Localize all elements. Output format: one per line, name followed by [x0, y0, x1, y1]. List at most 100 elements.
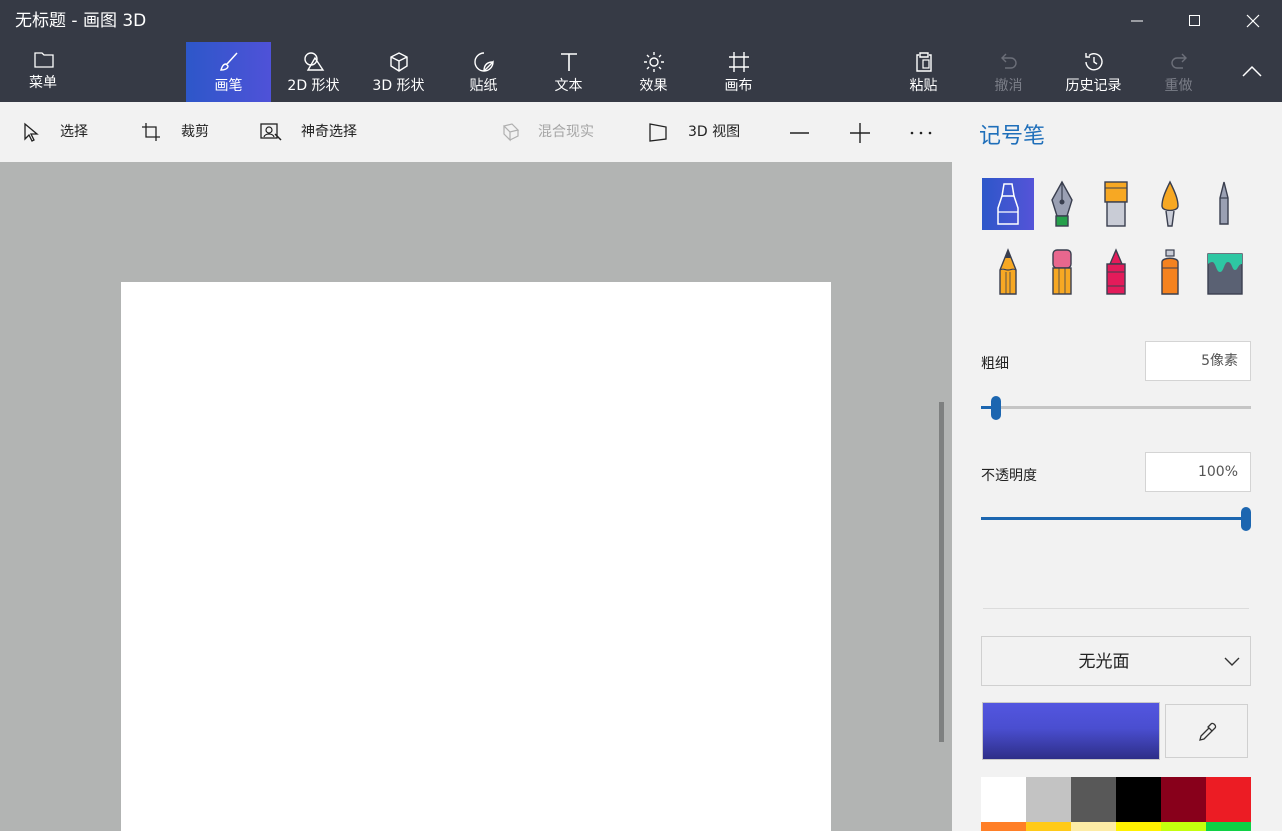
palette-color[interactable] — [1206, 822, 1251, 831]
eraser-icon — [1052, 249, 1072, 295]
tab-3d-shapes[interactable]: 3D 形状 — [356, 42, 441, 102]
title-bar: 无标题 - 画图 3D — [0, 0, 1282, 42]
slider-thumb[interactable] — [991, 396, 1001, 420]
spray-can-brush[interactable] — [1144, 246, 1196, 298]
zoom-in-icon — [850, 123, 870, 143]
history-icon — [1085, 53, 1103, 71]
palette-color[interactable] — [1161, 822, 1206, 831]
oil-brush[interactable] — [1090, 178, 1142, 230]
more-icon — [910, 131, 932, 135]
opacity-slider[interactable] — [981, 507, 1251, 531]
window-title: 无标题 - 画图 3D — [15, 11, 147, 31]
eyedropper-icon — [1199, 722, 1217, 741]
palette-color[interactable] — [1206, 777, 1251, 822]
watercolor-brush[interactable] — [1144, 178, 1196, 230]
panel-title: 记号笔 — [979, 124, 1046, 149]
zoom-in-button[interactable] — [849, 102, 879, 162]
select-label: 选择 — [60, 124, 88, 140]
pencil-brush[interactable] — [982, 246, 1034, 298]
3d-view-icon — [649, 123, 667, 142]
tab-label: 画布 — [724, 78, 753, 94]
palette-color[interactable] — [1116, 822, 1161, 831]
pixel-pen-brush[interactable] — [1198, 178, 1250, 230]
more-options-button[interactable] — [909, 102, 939, 162]
current-color-swatch[interactable] — [982, 702, 1160, 760]
oil-brush-icon — [1104, 181, 1128, 227]
crayon-brush[interactable] — [1090, 246, 1142, 298]
marker-brush[interactable] — [982, 178, 1034, 230]
slider-thumb[interactable] — [1241, 507, 1251, 531]
paste-button[interactable]: 粘贴 — [881, 42, 966, 102]
tab-label: 画笔 — [214, 78, 243, 94]
mixed-reality-label: 混合现实 — [538, 124, 594, 140]
history-button[interactable]: 历史记录 — [1051, 42, 1136, 102]
menu-label: 菜单 — [29, 75, 57, 91]
maximize-button[interactable] — [1166, 0, 1224, 42]
opacity-input[interactable]: 100% — [1145, 452, 1251, 492]
drawing-canvas[interactable] — [121, 282, 831, 831]
crayon-icon — [1106, 248, 1126, 295]
brush-panel: 记号笔 粗细 5像素 不透明度 100% 无光面 — [952, 102, 1282, 831]
tab-label: 贴纸 — [469, 78, 498, 94]
palette-color[interactable] — [1026, 822, 1071, 831]
eraser-brush[interactable] — [1036, 246, 1088, 298]
thickness-input[interactable]: 5像素 — [1145, 341, 1251, 381]
magic-select-tool[interactable]: 神奇选择 — [260, 102, 380, 162]
tab-text[interactable]: 文本 — [526, 42, 611, 102]
folder-icon — [34, 52, 54, 68]
fill-bucket-icon — [1207, 253, 1243, 295]
ribbon: 菜单 画笔 2D 形状 3D 形状 贴纸 文本 效果 画布 粘贴 撤消 历史记录… — [0, 42, 1282, 102]
marker-icon — [997, 183, 1019, 225]
sticker-icon — [474, 52, 494, 72]
palette-color[interactable] — [981, 777, 1026, 822]
eyedropper-button[interactable] — [1165, 704, 1248, 758]
3d-view-button[interactable]: 3D 视图 — [648, 102, 758, 162]
finish-dropdown[interactable]: 无光面 — [981, 636, 1251, 686]
tab-stickers[interactable]: 贴纸 — [441, 42, 526, 102]
palette-color[interactable] — [1161, 777, 1206, 822]
paste-icon — [916, 52, 932, 72]
brush-icon — [220, 52, 238, 71]
chevron-down-icon — [1224, 657, 1240, 666]
thickness-slider[interactable] — [981, 396, 1251, 420]
action-label: 历史记录 — [1065, 78, 1122, 94]
collapse-ribbon-button[interactable] — [1226, 42, 1276, 102]
menu-button[interactable]: 菜单 — [0, 42, 86, 102]
calligraphy-pen-brush[interactable] — [1036, 178, 1088, 230]
crop-tool[interactable]: 裁剪 — [141, 102, 231, 162]
mixed-reality-button[interactable]: 混合现实 — [498, 102, 608, 162]
finish-value: 无光面 — [1078, 652, 1130, 672]
3d-shapes-icon — [390, 52, 408, 72]
palette-color[interactable] — [981, 822, 1026, 831]
palette-color[interactable] — [1071, 822, 1116, 831]
tab-canvas[interactable]: 画布 — [696, 42, 781, 102]
palette-color[interactable] — [1116, 777, 1161, 822]
palette-color[interactable] — [1026, 777, 1071, 822]
watercolor-icon — [1161, 180, 1179, 227]
redo-button[interactable]: 重做 — [1136, 42, 1221, 102]
close-button[interactable] — [1224, 0, 1282, 42]
tool-bar: 选择 裁剪 神奇选择 混合现实 3D 视图 — [0, 102, 952, 162]
color-palette — [981, 777, 1251, 831]
fill-bucket-brush[interactable] — [1198, 246, 1250, 298]
undo-button[interactable]: 撤消 — [966, 42, 1051, 102]
tab-effects[interactable]: 效果 — [611, 42, 696, 102]
minimize-button[interactable] — [1108, 0, 1166, 42]
zoom-out-button[interactable] — [788, 102, 818, 162]
vertical-scrollbar[interactable] — [939, 402, 944, 742]
text-icon — [561, 53, 577, 71]
undo-icon — [1001, 53, 1017, 69]
action-label: 撤消 — [994, 78, 1023, 94]
slider-track — [981, 406, 1251, 409]
3d-view-label: 3D 视图 — [688, 124, 741, 140]
select-tool[interactable]: 选择 — [22, 102, 112, 162]
slider-fill — [981, 517, 1246, 520]
tab-2d-shapes[interactable]: 2D 形状 — [271, 42, 356, 102]
palette-color[interactable] — [1071, 777, 1116, 822]
mixed-reality-icon — [502, 123, 520, 142]
opacity-label: 不透明度 — [981, 468, 1037, 484]
crop-icon — [142, 123, 160, 141]
minimize-icon — [1131, 20, 1143, 22]
tab-brushes[interactable]: 画笔 — [186, 42, 271, 102]
tab-label: 文本 — [554, 78, 583, 94]
